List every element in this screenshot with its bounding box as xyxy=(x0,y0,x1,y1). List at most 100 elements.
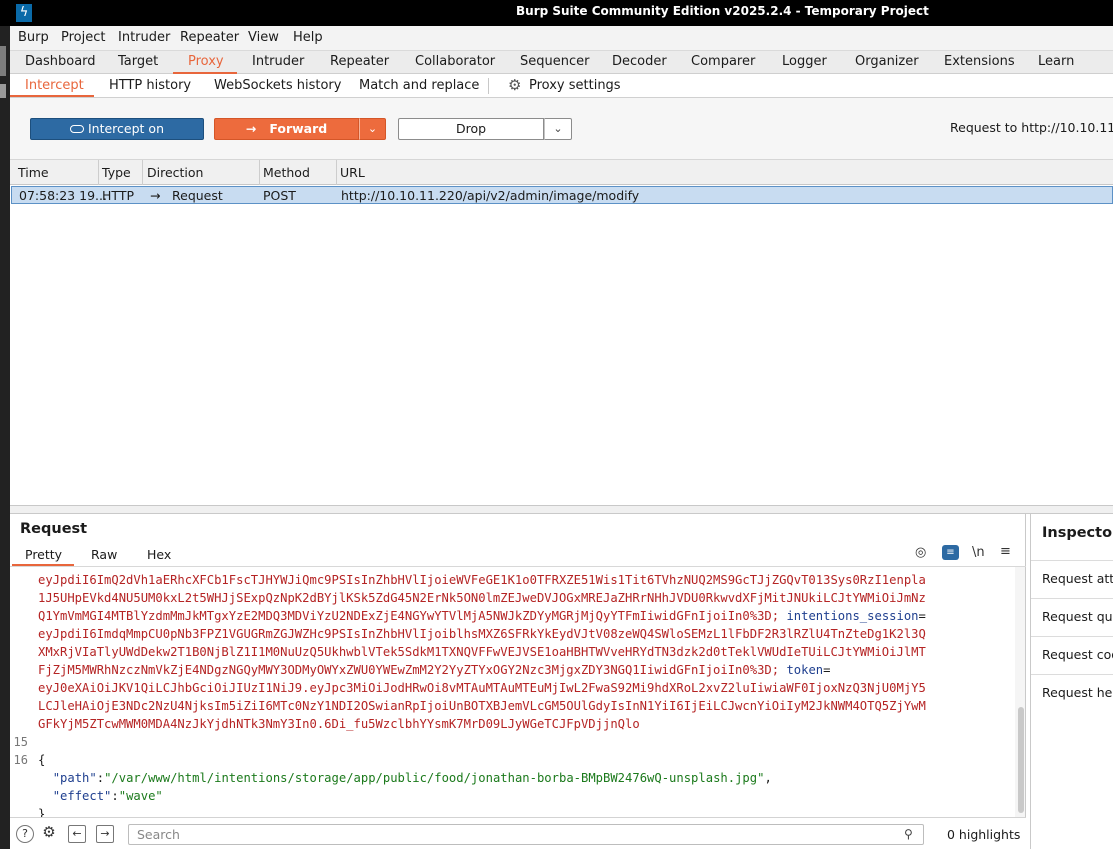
tab-sequencer[interactable]: Sequencer xyxy=(520,54,589,69)
code-line: FjZjM5MWRhNzczNmVkZjE4NDgzNGQyMWY3ODMyOW… xyxy=(38,661,830,679)
tab-collaborator[interactable]: Collaborator xyxy=(415,54,495,69)
tab-learn[interactable]: Learn xyxy=(1038,54,1074,69)
pane-split-handle[interactable] xyxy=(10,506,1113,514)
code-token: eyJpdiI6ImdqMmpCU0pNb3FPZ1VGUGRmZGJWZHc9… xyxy=(38,627,926,641)
request-footer: ? ⚙ ← → Search ⚲ 0 highlights xyxy=(10,817,1026,849)
code-line: 1J5UHpEVkd4NU5UM0kxL2t5WHJjSExpQzNpK2dBY… xyxy=(38,589,926,607)
request-target-label: Request to http://10.10.11.22 xyxy=(950,120,1113,135)
tab-intruder[interactable]: Intruder xyxy=(252,54,304,69)
code-line: { xyxy=(38,751,45,769)
menu-view[interactable]: View xyxy=(248,30,279,45)
inspector-request-attributes[interactable]: Request attr xyxy=(1031,560,1113,598)
code-line: } xyxy=(38,805,45,817)
code-line: Q1YmVmMGI4MTBlYzdmMmJkMTgxYzE2MDQ3MDViYz… xyxy=(38,607,926,625)
tab-decoder[interactable]: Decoder xyxy=(612,54,667,69)
subtab-proxy-settings[interactable]: Proxy settings xyxy=(529,78,621,93)
newline-toggle[interactable]: \n xyxy=(972,545,985,560)
column-method[interactable]: Method xyxy=(263,165,310,180)
code-token: "effect" xyxy=(52,789,112,803)
hamburger-menu-icon[interactable]: ≡ xyxy=(1000,544,1011,559)
request-editor[interactable]: 15 16 eyJpdiI6ImQ2dVh1aERhcXFCb1FscTJHYWJ… xyxy=(10,567,1026,817)
code-line: GFkYjM5ZTcwMWM0MDA4NzJkYjdhNTk3NmY3In0.6… xyxy=(38,715,640,733)
code-token: "/var/www/html/intentions/storage/app/pu… xyxy=(104,771,765,785)
subtab-intercept[interactable]: Intercept xyxy=(25,78,84,93)
code-token: : xyxy=(96,771,105,785)
code-line: eyJ0eXAiOiJKV1QiLCJhbGciOiJIUzI1NiJ9.eyJ… xyxy=(38,679,926,697)
tab-pretty[interactable]: Pretty xyxy=(25,547,62,562)
inspector-request-headers[interactable]: Request hea xyxy=(1031,674,1113,712)
proxy-sub-tab-bar: Intercept HTTP history WebSockets histor… xyxy=(10,74,1113,98)
code-token: } xyxy=(38,807,46,817)
arrow-right-icon: → xyxy=(245,121,257,136)
code-line: "effect":"wave" xyxy=(38,787,163,805)
menu-burp[interactable]: Burp xyxy=(18,30,49,45)
tab-repeater[interactable]: Repeater xyxy=(330,54,389,69)
tab-extensions[interactable]: Extensions xyxy=(944,54,1015,69)
forward-button[interactable]: → Forward xyxy=(214,118,359,140)
code-token: "path" xyxy=(52,771,97,785)
tab-organizer[interactable]: Organizer xyxy=(855,54,919,69)
code-token: "wave" xyxy=(118,789,163,803)
menu-intruder[interactable]: Intruder xyxy=(118,30,170,45)
tab-logger[interactable]: Logger xyxy=(782,54,827,69)
table-row[interactable]: 07:58:23 19... HTTP → Request POST http:… xyxy=(11,186,1113,204)
column-time[interactable]: Time xyxy=(18,165,49,180)
toggle-icon xyxy=(69,124,84,133)
table-header: Time Type Direction Method URL xyxy=(10,160,1113,185)
line-number: 15 xyxy=(13,735,28,749)
drop-options-button[interactable]: ⌄ xyxy=(544,118,572,140)
inspector-request-query[interactable]: Request que xyxy=(1031,598,1113,636)
help-icon[interactable]: ? xyxy=(16,825,34,843)
menu-bar: Burp Project Intruder Repeater View Help xyxy=(10,26,1113,50)
column-direction[interactable]: Direction xyxy=(147,165,203,180)
code-token: LCJleHAiOjE3NDc2NzU4NjksIm5iZiI6MTc0NzY1… xyxy=(38,699,926,713)
column-type[interactable]: Type xyxy=(102,165,131,180)
column-url[interactable]: URL xyxy=(340,165,365,180)
inspector-request-cookies[interactable]: Request cool xyxy=(1031,636,1113,674)
word-wrap-icon[interactable]: ≡ xyxy=(942,545,959,560)
eye-slash-icon[interactable]: ◎ xyxy=(915,545,926,560)
menu-project[interactable]: Project xyxy=(61,30,105,45)
forward-arrow-icon[interactable]: → xyxy=(96,825,114,843)
cell-time: 07:58:23 19... xyxy=(19,188,107,203)
subtab-websockets-history[interactable]: WebSockets history xyxy=(214,78,341,93)
chevron-down-icon: ⌄ xyxy=(553,122,563,135)
menu-help[interactable]: Help xyxy=(293,30,323,45)
intercept-toggle-button[interactable]: Intercept on xyxy=(30,118,204,140)
code-token: eyJpdiI6ImQ2dVh1aERhcXFCb1FscTJHYWJiQmc9… xyxy=(38,573,926,587)
divider xyxy=(488,78,489,94)
menu-repeater[interactable]: Repeater xyxy=(180,30,239,45)
code-token: = xyxy=(823,663,831,677)
subtab-http-history[interactable]: HTTP history xyxy=(109,78,191,93)
tab-proxy[interactable]: Proxy xyxy=(188,54,224,69)
code-token: GFkYjM5ZTcwMWM0MDA4NzJkYjdhNTk3NmY3In0.6… xyxy=(38,717,640,731)
drop-button[interactable]: Drop xyxy=(398,118,544,140)
gear-icon[interactable]: ⚙ xyxy=(508,76,521,94)
active-subtab-indicator xyxy=(10,95,94,97)
tab-target[interactable]: Target xyxy=(118,54,158,69)
tab-dashboard[interactable]: Dashboard xyxy=(25,54,96,69)
code-token: { xyxy=(38,753,46,767)
settings-gear-icon[interactable]: ⚙ xyxy=(40,824,58,842)
burp-logo-icon: ϟ xyxy=(16,4,32,22)
tab-raw[interactable]: Raw xyxy=(91,547,117,562)
burp-main-frame: Burp Project Intruder Repeater View Help… xyxy=(10,26,1113,849)
line-number-gutter: 15 16 xyxy=(10,567,32,817)
code-line: eyJpdiI6ImdqMmpCU0pNb3FPZ1VGUGRmZGJWZHc9… xyxy=(38,625,926,643)
intercept-toolbar: Intercept on → Forward ⌄ Drop ⌄ Request … xyxy=(10,98,1113,160)
inspector-title: Inspector xyxy=(1042,525,1113,541)
subtab-match-and-replace[interactable]: Match and replace xyxy=(359,78,479,93)
scrollbar-thumb[interactable] xyxy=(1018,707,1024,813)
code-token: XMxRjVIaTlyUWdDekw2T1B0NjBlZ1I1M0NuUzQ5U… xyxy=(38,645,926,659)
search-input[interactable]: Search xyxy=(128,824,924,845)
tab-hex[interactable]: Hex xyxy=(147,547,171,562)
forward-options-button[interactable]: ⌄ xyxy=(359,118,386,140)
intercept-queue-table: Time Type Direction Method URL 07:58:23 … xyxy=(10,160,1113,506)
request-panel: Request Pretty Raw Hex ◎ ≡ \n ≡ 15 16 eyJ… xyxy=(10,514,1026,849)
back-arrow-icon[interactable]: ← xyxy=(68,825,86,843)
code-token: FjZjM5MWRhNzczNmVkZjE4NDgzNGQyMWY3ODMyOW… xyxy=(38,663,787,677)
code-token: eyJ0eXAiOiJKV1QiLCJhbGciOiJIUzI1NiJ9.eyJ… xyxy=(38,681,926,695)
tab-comparer[interactable]: Comparer xyxy=(691,54,755,69)
